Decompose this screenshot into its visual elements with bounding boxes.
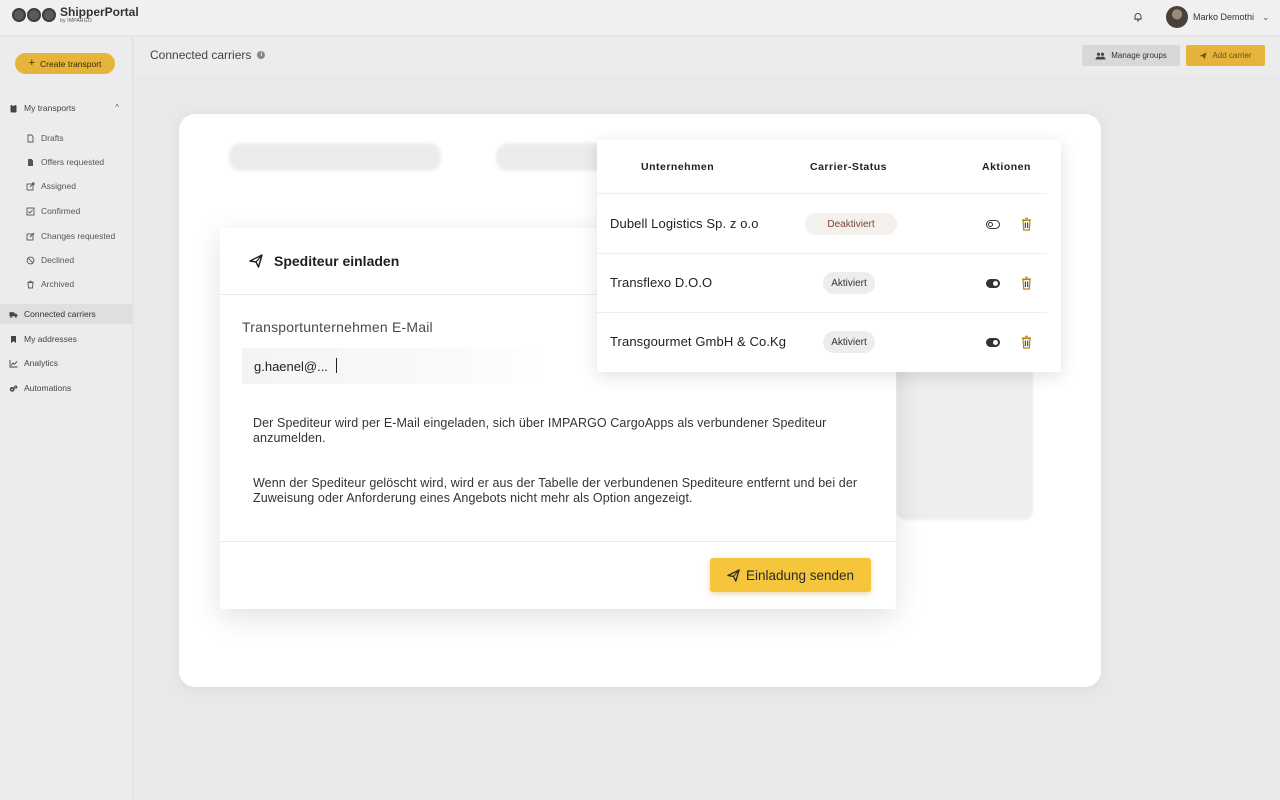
feature-preview-frame: Spediteur einladen Transportunternehmen … — [179, 114, 1101, 687]
top-bar: ShipperPortal by IMPARGO Marko Demothi ⌄ — [0, 0, 1280, 36]
bookmark-icon — [9, 335, 18, 344]
sidebar-item-my-addresses[interactable]: My addresses — [0, 329, 133, 349]
header-divider — [597, 193, 1047, 194]
file-icon — [26, 134, 35, 143]
send-invitation-label: Einladung senden — [745, 567, 855, 583]
sidebar-item-label: Confirmed — [41, 206, 81, 216]
column-header-company: Unternehmen — [641, 161, 715, 173]
sidebar-item-archived[interactable]: Archived — [0, 274, 133, 294]
plus-icon: + — [28, 57, 35, 69]
status-toggle[interactable] — [986, 220, 1000, 229]
table-row: Transgourmet GmbH & Co.Kg Aktiviert — [597, 313, 1061, 372]
status-toggle[interactable] — [986, 279, 1000, 288]
sidebar-item-label: Changes requested — [41, 231, 116, 241]
paper-plane-icon — [1199, 52, 1207, 59]
status-badge: Aktiviert — [823, 331, 875, 353]
ban-icon — [26, 256, 35, 265]
create-transport-button[interactable]: + Create transport — [15, 53, 115, 74]
sidebar-item-label: Assigned — [41, 181, 76, 191]
column-header-status: Carrier-Status — [810, 161, 888, 173]
delete-description: Wenn der Spediteur gelöscht wird, wird e… — [253, 476, 858, 505]
sidebar-item-declined[interactable]: Declined — [0, 250, 133, 270]
trash-icon[interactable] — [1021, 217, 1032, 231]
status-badge: Aktiviert — [823, 272, 875, 294]
sidebar-item-drafts[interactable]: Drafts — [0, 128, 133, 148]
chart-line-icon — [9, 359, 18, 368]
paper-plane-icon — [727, 568, 740, 582]
email-field[interactable] — [242, 348, 548, 384]
page-title-text: Connected carriers — [150, 48, 252, 62]
paper-plane-icon — [249, 254, 263, 268]
users-icon — [1095, 52, 1106, 59]
sidebar-item-label: My transports — [24, 103, 76, 113]
trash-icon[interactable] — [1021, 335, 1032, 349]
brand-name: ShipperPortal — [60, 5, 139, 19]
user-name[interactable]: Marko Demothi — [1193, 12, 1254, 22]
brand-logo[interactable]: ShipperPortal by IMPARGO — [12, 6, 139, 24]
add-carrier-button[interactable]: Add carrier — [1186, 45, 1265, 66]
column-header-actions: Aktionen — [982, 161, 1031, 173]
text-cursor — [336, 358, 337, 373]
create-transport-label: Create transport — [40, 58, 102, 69]
invite-description: Der Spediteur wird per E-Mail eingeladen… — [253, 416, 827, 445]
sidebar-item-offers-requested[interactable]: Offers requested — [0, 152, 133, 172]
table-row: Dubell Logistics Sp. z o.o Deaktiviert — [597, 195, 1061, 254]
email-field-label: Transportunternehmen E-Mail — [242, 319, 433, 335]
bell-icon[interactable] — [1133, 12, 1143, 22]
sidebar-item-label: My addresses — [24, 334, 77, 344]
sidebar-item-label: Connected carriers — [24, 309, 96, 319]
chevron-down-icon[interactable]: ⌄ — [1262, 12, 1270, 23]
sidebar-item-confirmed[interactable]: Confirmed — [0, 201, 133, 221]
modal-title: Spediteur einladen — [274, 253, 400, 269]
manage-groups-label: Manage groups — [1111, 51, 1167, 60]
modal-divider — [220, 541, 896, 542]
sidebar-item-automations[interactable]: Automations — [0, 378, 133, 398]
sidebar-item-assigned[interactable]: Assigned — [0, 176, 133, 196]
status-badge: Deaktiviert — [805, 213, 897, 235]
file-text-icon — [26, 158, 35, 167]
page-title: Connected carriers i — [150, 48, 266, 62]
sidebar-item-changes-requested[interactable]: Changes requested — [0, 226, 133, 246]
brand-subtitle: by IMPARGO — [60, 18, 92, 24]
logo-mark-icon — [12, 8, 56, 22]
sidebar-item-label: Archived — [41, 279, 75, 289]
clipboard-icon — [9, 103, 18, 113]
truck-icon — [9, 310, 18, 319]
trash-icon[interactable] — [1021, 276, 1032, 290]
sidebar-item-connected-carriers[interactable]: Connected carriers — [0, 304, 133, 324]
company-name: Transgourmet GmbH & Co.Kg — [610, 334, 787, 349]
cogs-icon — [9, 384, 18, 393]
sidebar-item-label: Declined — [41, 255, 75, 265]
placeholder-card — [896, 364, 1033, 520]
sidebar-item-analytics[interactable]: Analytics — [0, 353, 133, 373]
placeholder-pill — [229, 143, 441, 171]
sidebar-item-label: Analytics — [24, 358, 59, 368]
check-square-icon — [26, 207, 35, 216]
manage-groups-button[interactable]: Manage groups — [1082, 45, 1180, 66]
edit-icon — [26, 232, 35, 241]
send-invitation-button[interactable]: Einladung senden — [710, 558, 871, 592]
add-carrier-label: Add carrier — [1212, 51, 1252, 60]
sidebar: + Create transport My transports ^ Draft… — [0, 37, 133, 800]
sidebar-item-label: Automations — [24, 383, 72, 393]
content-header: Connected carriers i Manage groups Add c… — [134, 37, 1280, 74]
chevron-up-icon[interactable]: ^ — [115, 103, 119, 112]
table-row: Transflexo D.O.O Aktiviert — [597, 254, 1061, 313]
company-name: Transflexo D.O.O — [610, 275, 713, 290]
trash-icon — [26, 280, 35, 289]
info-icon[interactable]: i — [257, 51, 266, 59]
placeholder-pill — [496, 143, 606, 171]
carriers-table: Unternehmen Carrier-Status Aktionen Dube… — [597, 140, 1061, 372]
sidebar-item-label: Drafts — [41, 133, 64, 143]
status-toggle[interactable] — [986, 338, 1000, 347]
sidebar-item-label: Offers requested — [41, 157, 105, 167]
sidebar-item-my-transports[interactable]: My transports ^ — [0, 98, 133, 118]
company-name: Dubell Logistics Sp. z o.o — [610, 216, 759, 231]
user-avatar[interactable] — [1166, 6, 1188, 28]
share-icon — [26, 182, 35, 191]
